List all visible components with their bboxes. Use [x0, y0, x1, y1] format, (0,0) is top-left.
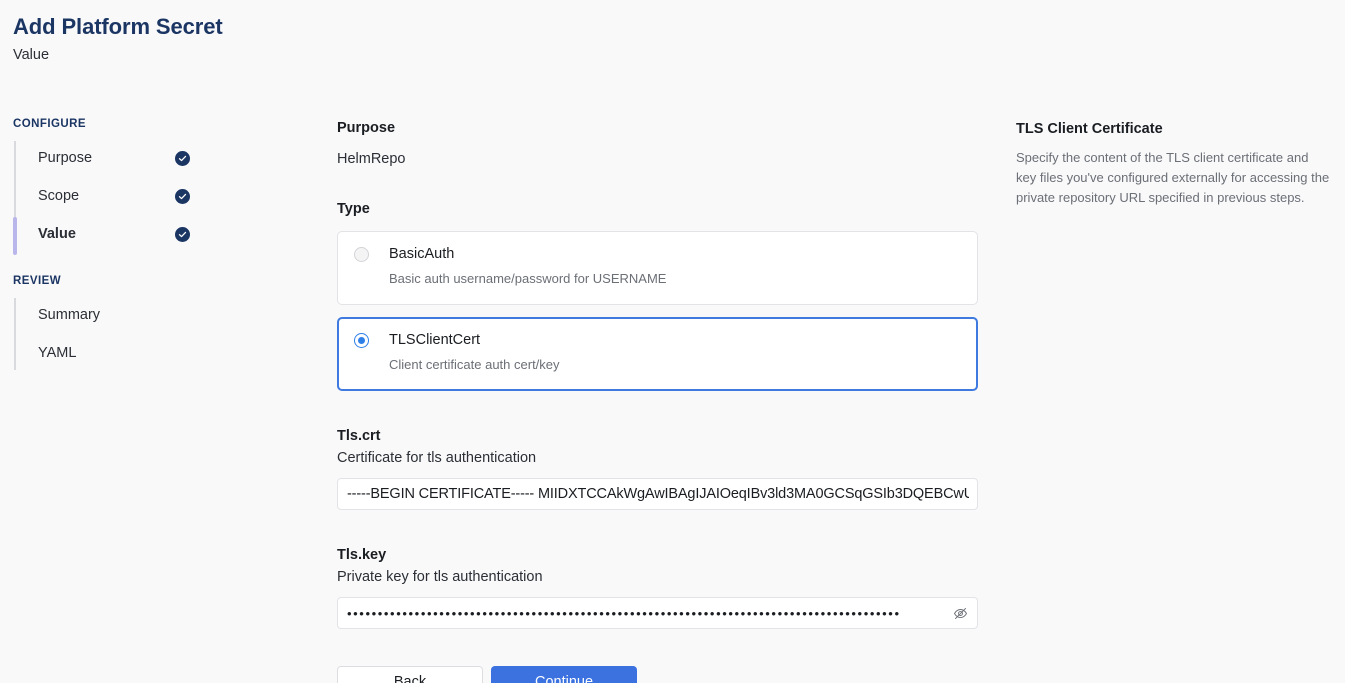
- radio-button-tlsclientcert[interactable]: [354, 332, 369, 348]
- sidebar-item-yaml[interactable]: YAML: [38, 334, 228, 372]
- eye-slash-icon[interactable]: [952, 605, 969, 622]
- radio-card-tlsclientcert[interactable]: TLSClientCert Client certificate auth ce…: [337, 317, 978, 391]
- page-header: Add Platform Secret Value: [13, 12, 223, 65]
- help-panel-title: TLS Client Certificate: [1016, 121, 1163, 137]
- purpose-block: Purpose HelmRepo: [337, 118, 978, 169]
- sidebar-item-label: Summary: [38, 307, 101, 323]
- check-circle-icon: [175, 226, 190, 242]
- secret-value-form: Purpose HelmRepo Type BasicAuth Basic au…: [337, 118, 978, 683]
- sidebar-item-label: Value: [38, 226, 76, 242]
- tls-key-input[interactable]: ••••••••••••••••••••••••••••••••••••••••…: [337, 597, 978, 629]
- help-panel-body: Specify the content of the TLS client ce…: [1016, 150, 1330, 205]
- wizard-nav: CONFIGURE Purpose Scope Value REVIEW Sum…: [13, 118, 228, 372]
- check-circle-icon: [175, 150, 190, 166]
- sidebar-item-value[interactable]: Value: [38, 215, 228, 253]
- wizard-rail: [14, 298, 16, 370]
- radio-description: Basic auth username/password for USERNAM…: [389, 271, 667, 286]
- wizard-active-indicator: [13, 217, 17, 255]
- add-platform-secret-page: Add Platform Secret Value CONFIGURE Purp…: [0, 0, 1345, 683]
- type-block: Type BasicAuth Basic auth username/passw…: [337, 199, 978, 391]
- sidebar-item-scope[interactable]: Scope: [38, 177, 228, 215]
- radio-button-basicauth[interactable]: [354, 246, 369, 262]
- page-title: Add Platform Secret: [13, 14, 223, 39]
- tls-key-masked-value: ••••••••••••••••••••••••••••••••••••••••…: [347, 606, 901, 620]
- tls-key-block: Tls.key Private key for tls authenticati…: [337, 545, 978, 629]
- sidebar-item-purpose[interactable]: Purpose: [38, 139, 228, 177]
- wizard-section-review-label: REVIEW: [13, 275, 62, 287]
- tls-key-label: Tls.key: [337, 547, 387, 563]
- radio-card-basicauth[interactable]: BasicAuth Basic auth username/password f…: [337, 231, 978, 305]
- continue-button[interactable]: Continue: [491, 666, 637, 683]
- purpose-label: Purpose: [337, 120, 396, 136]
- tls-crt-sublabel: Certificate for tls authentication: [337, 450, 537, 466]
- sidebar-item-label: Purpose: [38, 150, 93, 166]
- tls-crt-input[interactable]: -----BEGIN CERTIFICATE----- MIIDXTCCAkWg…: [337, 478, 978, 510]
- back-button[interactable]: Back: [337, 666, 483, 683]
- radio-selected-dot: [358, 336, 365, 344]
- radio-row: BasicAuth: [354, 246, 961, 262]
- radio-row: TLSClientCert: [354, 332, 961, 348]
- sidebar-item-label: Scope: [38, 188, 80, 204]
- wizard-group-review: Summary YAML: [13, 296, 228, 372]
- sidebar-item-label: YAML: [38, 345, 77, 361]
- help-panel: TLS Client Certificate Specify the conte…: [1016, 119, 1331, 208]
- radio-description: Client certificate auth cert/key: [389, 357, 560, 372]
- radio-label: BasicAuth: [389, 246, 455, 262]
- form-actions: Back Continue: [337, 666, 978, 683]
- type-label: Type: [337, 201, 370, 217]
- purpose-value: HelmRepo: [337, 151, 406, 167]
- tls-crt-block: Tls.crt Certificate for tls authenticati…: [337, 426, 978, 510]
- check-circle-icon: [175, 188, 190, 204]
- radio-label: TLSClientCert: [389, 332, 481, 348]
- page-subtitle: Value: [13, 47, 50, 63]
- wizard-section-configure-label: CONFIGURE: [13, 118, 87, 130]
- wizard-spacer: [13, 253, 228, 259]
- sidebar-item-summary[interactable]: Summary: [38, 296, 228, 334]
- tls-key-sublabel: Private key for tls authentication: [337, 569, 543, 585]
- tls-crt-input-value: -----BEGIN CERTIFICATE----- MIIDXTCCAkWg…: [347, 486, 969, 502]
- wizard-group-configure: Purpose Scope Value: [13, 139, 228, 255]
- tls-crt-label: Tls.crt: [337, 428, 381, 444]
